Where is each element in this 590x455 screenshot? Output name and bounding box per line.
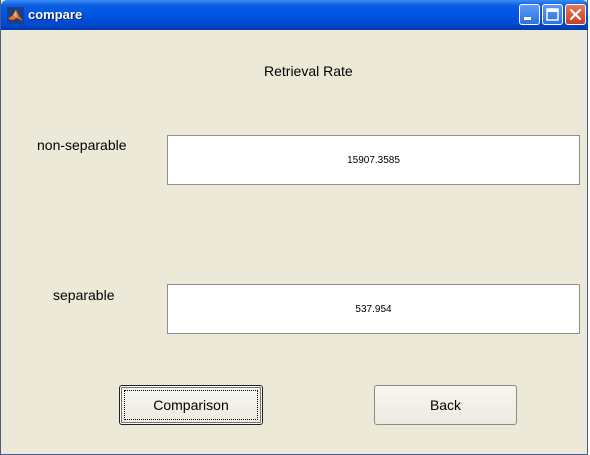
value-non-separable: 15907.3585 [347,154,400,166]
minimize-icon [524,17,531,20]
back-button[interactable]: Back [374,385,517,425]
minimize-button[interactable] [519,4,540,25]
comparison-button[interactable]: Comparison [119,385,263,425]
compare-window: compare Retrieval Rate non-separable 159… [0,0,588,455]
field-non-separable[interactable]: 15907.3585 [167,135,580,185]
maximize-icon [546,8,559,21]
focus-rectangle [124,390,258,420]
heading-retrieval-rate: Retrieval Rate [264,63,353,79]
maximize-button[interactable] [542,4,563,25]
label-separable: separable [53,287,115,303]
field-separable[interactable]: 537.954 [167,284,580,334]
close-button[interactable] [565,4,586,25]
label-non-separable: non-separable [37,137,127,153]
matlab-icon [7,7,24,24]
value-separable: 537.954 [355,303,392,315]
back-button-label: Back [429,397,462,413]
title-bar[interactable]: compare [1,0,588,30]
close-icon [569,8,582,21]
window-title: compare [28,7,83,22]
